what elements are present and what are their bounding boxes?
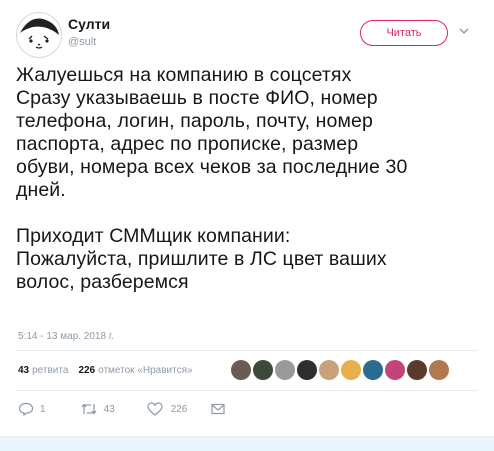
liker-avatar[interactable] — [385, 360, 405, 380]
tweet-stats: 43 ретвита 226 отметок «Нравится» — [18, 359, 203, 381]
tweet-text: Жалуешься на компанию в соцсетях Сразу у… — [16, 64, 408, 293]
heart-icon — [147, 402, 163, 416]
retweets-label[interactable]: ретвита — [32, 365, 68, 376]
liker-avatar[interactable] — [407, 360, 427, 380]
avatar-cat-drawing — [20, 18, 59, 49]
liker-avatar[interactable] — [253, 360, 273, 380]
liker-avatar[interactable] — [363, 360, 383, 380]
reply-count: 1 — [40, 403, 46, 415]
tweet-timestamp[interactable]: 5:14 - 13 мар. 2018 г. — [18, 331, 114, 342]
follow-button[interactable]: Читать — [360, 20, 448, 46]
retweet-icon — [81, 403, 97, 415]
reply-button[interactable]: 1 — [18, 402, 46, 416]
liker-avatar[interactable] — [297, 360, 317, 380]
likes-label[interactable]: отметок «Нравится» — [98, 365, 192, 376]
reply-bar — [0, 436, 494, 451]
envelope-icon — [211, 403, 225, 415]
tweet-actions: 1 43 226 — [18, 402, 225, 416]
like-button[interactable]: 226 — [147, 402, 188, 416]
liker-avatar[interactable] — [429, 360, 449, 380]
direct-message-button[interactable] — [211, 403, 225, 415]
divider — [16, 390, 478, 391]
retweets-count[interactable]: 43 — [18, 365, 29, 376]
liker-avatar[interactable] — [275, 360, 295, 380]
liker-avatar[interactable] — [231, 360, 251, 380]
chevron-down-icon[interactable] — [457, 24, 471, 38]
like-count: 226 — [170, 403, 188, 415]
reply-icon — [18, 402, 34, 416]
divider — [16, 350, 478, 351]
liker-avatars — [231, 360, 449, 380]
user-name[interactable]: Султи — [68, 16, 110, 32]
likes-count[interactable]: 226 — [78, 365, 95, 376]
avatar[interactable] — [16, 12, 62, 58]
retweet-button[interactable]: 43 — [80, 402, 115, 416]
liker-avatar[interactable] — [341, 360, 361, 380]
user-handle[interactable]: @sult — [68, 36, 96, 48]
tweet-card: Султи @sult Читать Жалуешься на компанию… — [0, 0, 494, 451]
liker-avatar[interactable] — [319, 360, 339, 380]
follow-button-label: Читать — [386, 27, 422, 39]
retweet-count: 43 — [103, 403, 115, 415]
